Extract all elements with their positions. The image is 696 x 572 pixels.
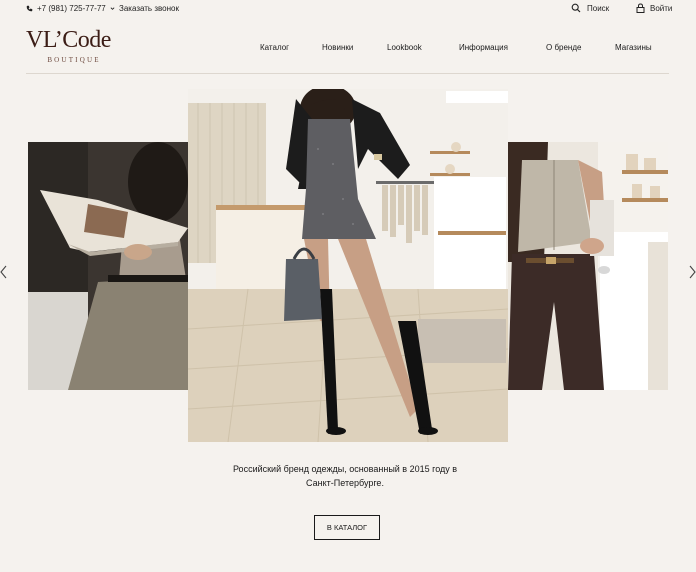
- top-bar: +7 (981) 725-77-77 Заказать звонок Поиск…: [0, 0, 696, 17]
- hero-tagline: Российский бренд одежды, основанный в 20…: [200, 462, 490, 490]
- search-icon[interactable]: [571, 3, 581, 13]
- chevron-right-icon[interactable]: [688, 264, 696, 285]
- lock-icon[interactable]: [636, 3, 645, 13]
- logo-subtitle: BOUTIQUE: [47, 56, 101, 64]
- nav-item-new[interactable]: Новинки: [322, 43, 353, 52]
- hero-tagline-line-2: Санкт-Петербурге.: [306, 478, 384, 488]
- callback-link[interactable]: Заказать звонок: [119, 4, 179, 13]
- nav-item-catalog[interactable]: Каталог: [260, 43, 289, 52]
- slide-photo-right[interactable]: [508, 142, 668, 390]
- search-label[interactable]: Поиск: [587, 4, 609, 13]
- nav-item-info[interactable]: Информация: [459, 43, 508, 52]
- catalog-button[interactable]: В КАТАЛОГ: [314, 515, 380, 540]
- search-button[interactable]: Поиск: [571, 3, 609, 13]
- login-button[interactable]: Войти: [636, 3, 672, 13]
- logo-wordmark: VL’Code: [26, 27, 111, 53]
- nav-item-lookbook[interactable]: Lookbook: [387, 43, 422, 52]
- hero-tagline-line-1: Российский бренд одежды, основанный в 20…: [232, 464, 458, 474]
- phone-link[interactable]: +7 (981) 725-77-77: [26, 4, 115, 13]
- nav-item-stores[interactable]: Магазины: [615, 43, 652, 52]
- chevron-left-icon[interactable]: [0, 264, 8, 285]
- header-divider: [26, 73, 669, 74]
- brand-logo[interactable]: VL’Code BOUTIQUE: [26, 28, 118, 64]
- nav-item-about[interactable]: О бренде: [546, 43, 581, 52]
- phone-number[interactable]: +7 (981) 725-77-77: [37, 4, 106, 13]
- chevron-down-icon[interactable]: [110, 6, 115, 11]
- phone-icon: [26, 5, 33, 12]
- slide-photo-left[interactable]: [28, 142, 188, 390]
- login-label[interactable]: Войти: [650, 4, 672, 13]
- slide-photo-center[interactable]: [188, 89, 508, 442]
